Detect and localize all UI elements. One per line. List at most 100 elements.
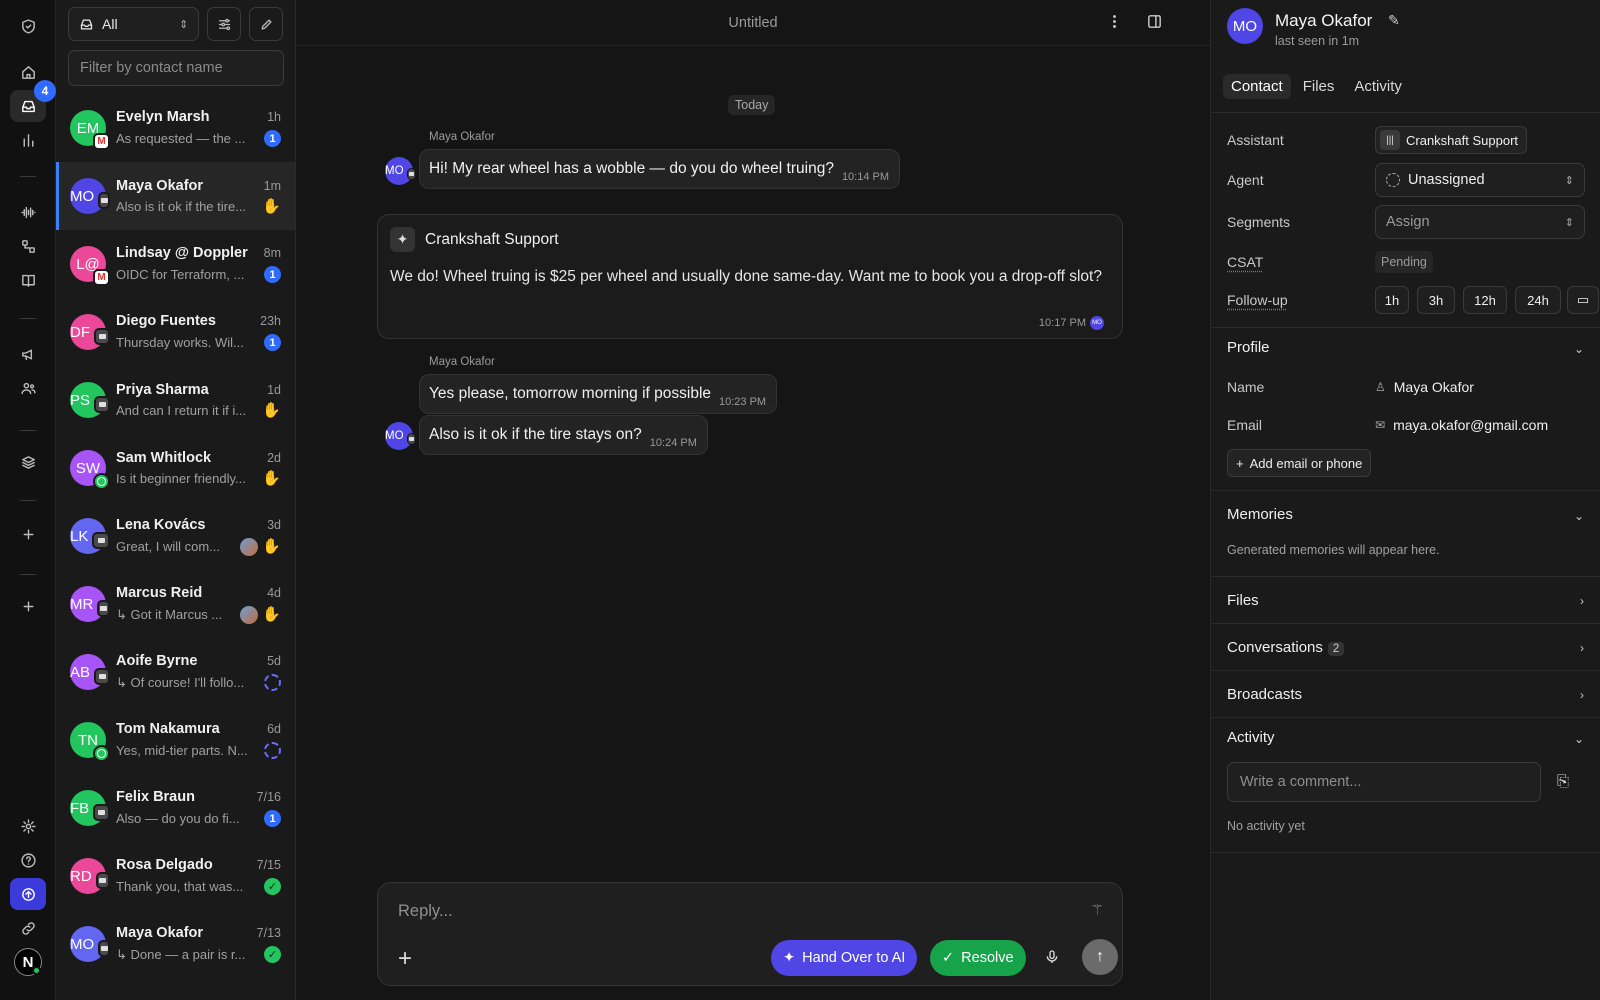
message-bubble: Yes please, tomorrow morning if possible…: [419, 374, 778, 414]
conversation-item[interactable]: AB Aoife Byrne 5d ↳ Of course! I'll follo..…: [56, 638, 295, 706]
tab-contact[interactable]: Contact: [1223, 74, 1291, 99]
gmail-channel-icon: [93, 133, 110, 150]
conversation-time: 6d: [267, 722, 281, 736]
ai-message-card: ✦ Crankshaft Support We do! Wheel truing…: [377, 214, 1123, 339]
contact-name: Sam Whitlock: [116, 450, 212, 466]
book-icon[interactable]: [10, 264, 46, 296]
attach-plus-icon[interactable]: +: [398, 947, 412, 971]
broadcasts-section-header[interactable]: Broadcasts: [1227, 686, 1302, 703]
contact-tabs: Contact Files Activity: [1223, 74, 1410, 99]
message-time: 10:24 PM: [649, 437, 697, 449]
conversations-section-header[interactable]: Conversations 2: [1227, 639, 1345, 656]
followup-12h-button[interactable]: 12h: [1463, 286, 1507, 314]
conversation-item[interactable]: FB Felix Braun 7/16 Also — do you do fi... 1: [56, 774, 295, 842]
comment-input[interactable]: Write a comment...: [1227, 762, 1541, 802]
magic-wand-icon[interactable]: ⚚: [1091, 901, 1104, 919]
chart-icon[interactable]: [10, 124, 46, 156]
profile-section-header[interactable]: Profile: [1227, 339, 1270, 356]
microphone-icon[interactable]: [1044, 949, 1060, 968]
help-icon[interactable]: [10, 844, 46, 876]
tab-activity[interactable]: Activity: [1346, 74, 1410, 99]
megaphone-icon[interactable]: [10, 338, 46, 370]
activity-empty-text: No activity yet: [1227, 819, 1305, 833]
message-sender: Maya Okafor: [429, 356, 495, 368]
link-icon[interactable]: [10, 912, 46, 944]
followup-3h-button[interactable]: 3h: [1417, 286, 1455, 314]
conversation-item[interactable]: MO Maya Okafor 1m Also is it ok if the tire…: [56, 162, 295, 230]
conversation-item[interactable]: LK Lena Kovács 3d Great, I will com... ✋: [56, 502, 295, 570]
conversation-time: 7/16: [256, 790, 281, 804]
add-email-or-phone-button[interactable]: + Add email or phone: [1227, 449, 1372, 477]
contact-avatar: TN: [70, 722, 110, 762]
user-avatar[interactable]: N: [14, 948, 44, 978]
add-icon[interactable]: [10, 518, 46, 550]
conversation-item[interactable]: RD Rosa Delgado 7/15 Thank you, that was...…: [56, 842, 295, 910]
conversation-item[interactable]: MR Marcus Reid 4d ↳ Got it Marcus ... ✋: [56, 570, 295, 638]
segments-select[interactable]: Assign ⇕: [1375, 205, 1585, 239]
divider: [1211, 112, 1600, 113]
assistant-chip[interactable]: ||| Crankshaft Support: [1375, 126, 1528, 154]
message-preview: Also is it ok if the tire...: [116, 199, 247, 214]
contact-name: Aoife Byrne: [116, 653, 198, 669]
inbox-icon[interactable]: 4: [10, 80, 56, 122]
add-workspace-icon[interactable]: [10, 590, 46, 622]
conversation-item[interactable]: TN Tom Nakamura 6d Yes, mid-tier parts. N..…: [56, 706, 295, 774]
contact-avatar: MR: [70, 586, 110, 622]
flow-icon[interactable]: [10, 230, 46, 262]
gmail-channel-icon: [93, 269, 110, 286]
followup-1h-button[interactable]: 1h: [1375, 286, 1409, 314]
toggle-sidebar-icon[interactable]: [1146, 13, 1163, 33]
conversation-list-panel: All ⇕ Filter by contact name EM Evelyn Ma…: [56, 0, 296, 1000]
name-label: Name: [1227, 379, 1265, 395]
chevron-down-icon[interactable]: ⌄: [1574, 732, 1584, 746]
paperclip-icon[interactable]: ⎘: [1557, 773, 1569, 790]
contact-filter-input[interactable]: Filter by contact name: [68, 50, 284, 86]
inbox-filter-select[interactable]: All ⇕: [68, 7, 200, 41]
reply-input[interactable]: Reply...: [398, 902, 453, 921]
mail-icon: ✉: [1375, 418, 1386, 432]
tab-files[interactable]: Files: [1295, 74, 1343, 99]
day-separator: Today: [728, 95, 776, 115]
contact-avatar: FB: [70, 790, 110, 826]
assigned-agent-avatar: [240, 605, 259, 624]
conversation-item[interactable]: L@ Lindsay @ Doppler 8m OIDC for Terraform,…: [56, 230, 295, 298]
conversation-time: 7/15: [256, 858, 281, 872]
conversation-time: 8m: [263, 246, 281, 260]
waveform-icon[interactable]: [10, 196, 46, 228]
contact-name: Felix Braun: [116, 789, 195, 805]
conversation-item[interactable]: SW Sam Whitlock 2d Is it beginner friendly.…: [56, 434, 295, 502]
layers-icon[interactable]: [10, 446, 46, 478]
upgrade-icon[interactable]: [10, 878, 46, 910]
message-time: 10:17 PM: [1038, 317, 1086, 329]
more-icon[interactable]: [1106, 13, 1123, 33]
resolve-button[interactable]: ✓ Resolve: [930, 940, 1026, 976]
agent-select[interactable]: Unassigned ⇕: [1375, 163, 1585, 197]
compose-button[interactable]: [249, 7, 283, 41]
edit-icon[interactable]: ✎: [1388, 12, 1400, 29]
send-button[interactable]: ↑: [1082, 939, 1118, 975]
calendar-icon[interactable]: ▭: [1567, 286, 1599, 314]
conversation-item[interactable]: MO Maya Okafor 7/13 ↳ Done — a pair is r...…: [56, 910, 295, 978]
contact-avatar: SW: [70, 450, 110, 490]
users-icon[interactable]: [10, 372, 46, 404]
chevron-down-icon[interactable]: ⌄: [1574, 342, 1584, 356]
logo-shield-icon[interactable]: [10, 10, 46, 42]
reply-composer: Reply... ⚚ + ✦ Hand Over to AI ✓ Resolve…: [377, 882, 1123, 986]
gear-icon[interactable]: [10, 810, 46, 842]
filter-settings-button[interactable]: [207, 7, 242, 41]
conversation-item[interactable]: EM Evelyn Marsh 1h As requested — the ... 1: [56, 94, 295, 162]
files-section-header[interactable]: Files: [1227, 592, 1259, 609]
chevron-right-icon[interactable]: ›: [1580, 594, 1584, 608]
activity-section-header[interactable]: Activity: [1227, 729, 1275, 746]
chevron-right-icon[interactable]: ›: [1580, 688, 1584, 702]
chevron-down-icon[interactable]: ⌄: [1574, 509, 1584, 523]
conversation-item[interactable]: PS Priya Sharma 1d And can I return it if i…: [56, 366, 295, 434]
followup-24h-button[interactable]: 24h: [1515, 286, 1561, 314]
followup-label: Follow-up: [1227, 292, 1288, 308]
hand-over-to-ai-button[interactable]: ✦ Hand Over to AI: [771, 940, 918, 976]
memories-section-header[interactable]: Memories: [1227, 506, 1293, 523]
conversation-title[interactable]: Untitled: [728, 15, 777, 31]
divider: [1211, 576, 1600, 577]
chevron-right-icon[interactable]: ›: [1580, 641, 1584, 655]
conversation-item[interactable]: DF Diego Fuentes 23h Thursday works. Wil...…: [56, 298, 295, 366]
